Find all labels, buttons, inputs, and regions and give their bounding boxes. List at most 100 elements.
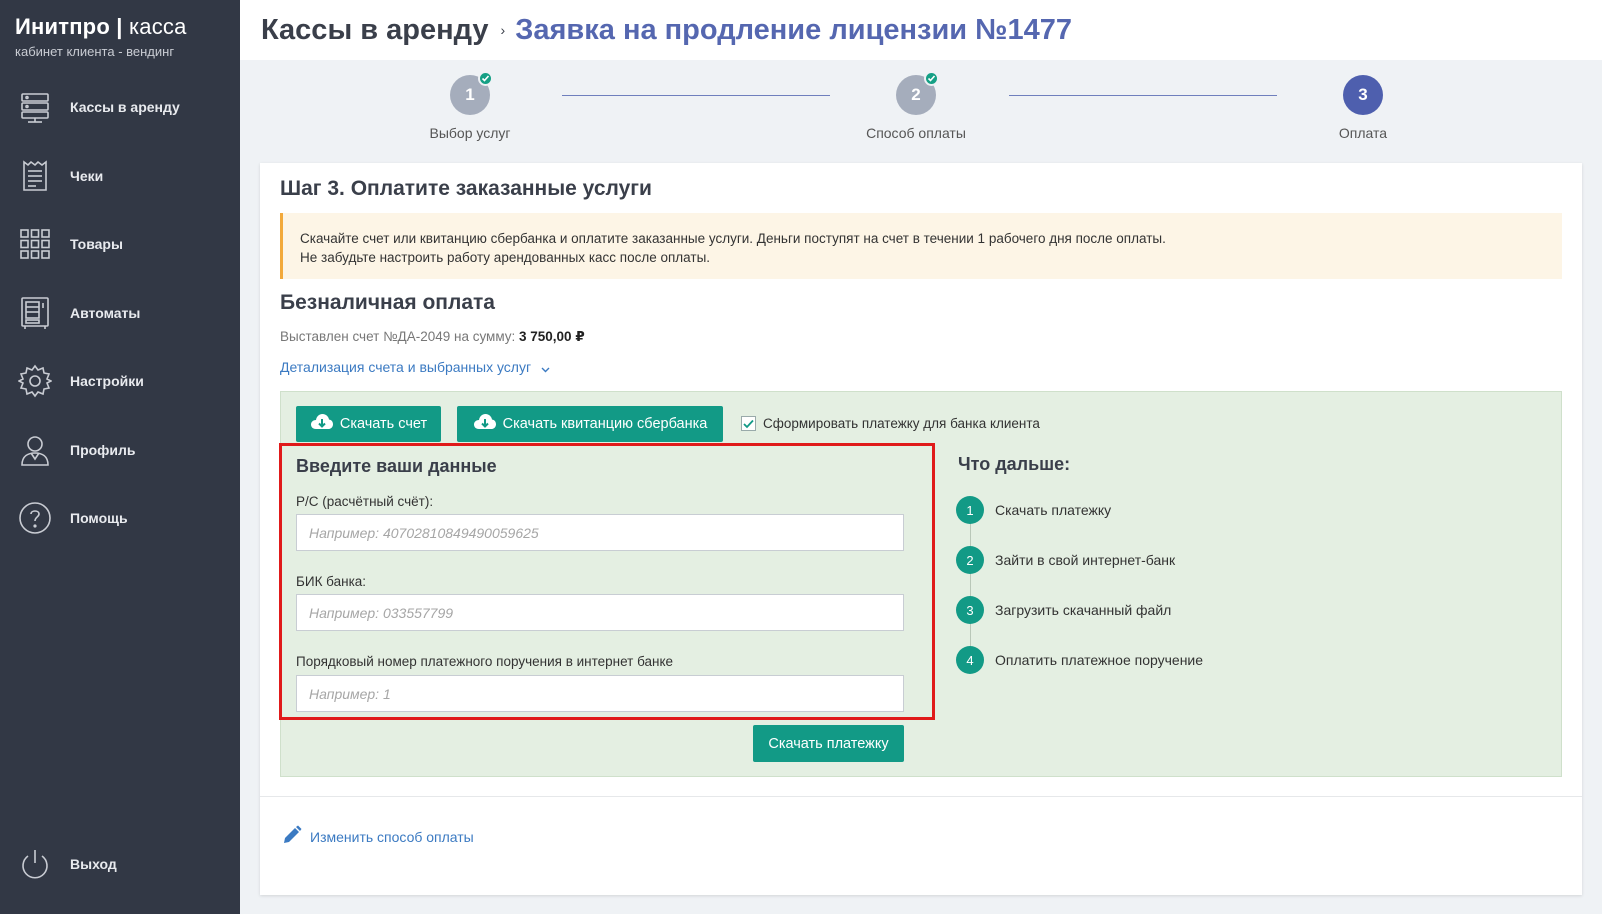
receipt-icon (16, 157, 54, 195)
brand-title: Инитпро | касса (15, 14, 187, 40)
notice-box: Скачайте счет или квитанцию сбербанка и … (280, 213, 1562, 279)
notice-line: Не забудьте настроить работу арендованны… (300, 250, 711, 265)
timeline-line (970, 510, 971, 660)
step-circle: 1 (450, 71, 493, 115)
brand-subtitle: кабинет клиента - вендинг (15, 44, 175, 59)
brand-logo[interactable]: Инитпро | касса кабинет клиента - вендин… (15, 14, 187, 59)
gear-icon (16, 362, 54, 400)
step-circle: 3 (1343, 75, 1383, 115)
sidebar-item-label: Кассы в аренду (70, 99, 180, 115)
checkbox[interactable] (741, 416, 756, 431)
server-icon (16, 88, 54, 126)
bik-input[interactable] (296, 594, 904, 631)
change-payment-label: Изменить способ оплаты (310, 828, 474, 845)
invoice-details-link[interactable]: Детализация счета и выбранных услуг (280, 359, 550, 376)
notice-line: Скачайте счет или квитанцию сбербанка и … (300, 231, 1166, 246)
breadcrumb-separator: › (500, 22, 506, 38)
payment-card: Шаг 3. Оплатите заказанные услуги Скачай… (260, 163, 1582, 895)
sidebar-item-label: Помощь (70, 510, 128, 526)
brand-title-thin: касса (122, 14, 187, 39)
sidebar-item-machines[interactable]: Автоматы (0, 287, 240, 339)
step-1[interactable]: 1 Выбор услуг (400, 71, 540, 141)
sidebar-item-rent[interactable]: Кассы в аренду (0, 81, 240, 133)
sidebar-item-label: Настройки (70, 373, 144, 389)
card-title: Шаг 3. Оплатите заказанные услуги (280, 177, 652, 200)
invoice-amount: 3 750,00 ₽ (519, 329, 585, 344)
check-icon (478, 71, 493, 86)
step-number: 4 (956, 646, 984, 674)
invoice-text: Выставлен счет №ДА-2049 на сумму: (280, 329, 520, 344)
sidebar-item-label: Товары (70, 236, 123, 252)
next-step: 2 Зайти в свой интернет-банк (956, 546, 1175, 574)
order-number-label: Порядковый номер платежного поручения в … (296, 654, 674, 669)
vending-machine-icon (16, 294, 54, 332)
step-number: 2 (956, 546, 984, 574)
chevron-down-icon (541, 360, 550, 376)
step-text: Загрузить скачанный файл (995, 602, 1172, 618)
power-icon (16, 845, 54, 883)
bik-label: БИК банка: (296, 574, 367, 589)
download-invoice-button[interactable]: Скачать счет (296, 406, 441, 442)
step-number: 1 (465, 85, 475, 104)
step-number: 1 (956, 496, 984, 524)
step-number: 2 (911, 85, 921, 104)
divider (260, 796, 1582, 797)
step-number: 3 (1358, 85, 1368, 104)
section-title: Безналичная оплата (280, 291, 495, 314)
step-label: Оплата (1338, 125, 1388, 141)
next-steps-title: Что дальше: (958, 454, 1071, 474)
user-icon (16, 431, 54, 469)
account-label: Р/С (расчётный счёт): (296, 494, 434, 509)
pencil-icon (282, 825, 310, 848)
next-step: 1 Скачать платежку (956, 496, 1111, 524)
stepper: 1 Выбор услуг 2 Способ оплаты 3 Оплата (240, 60, 1602, 160)
generate-payment-checkbox[interactable]: Сформировать платежку для банка клиента (741, 416, 1040, 431)
client-data-form: Введите ваши данные Р/С (расчётный счёт)… (279, 443, 935, 720)
step-text: Зайти в свой интернет-банк (995, 552, 1176, 568)
check-icon (924, 71, 939, 86)
sidebar-item-label: Выход (70, 856, 117, 872)
brand-title-bold: Инитпро | (15, 14, 123, 39)
step-3: 3 Оплата (1293, 75, 1433, 141)
grid-icon (16, 225, 54, 263)
download-payment-button[interactable]: Скачать платежку (753, 725, 904, 762)
payment-panel: Скачать счет Скачать квитанцию сбербанка… (279, 391, 1562, 777)
sidebar: Инитпро | касса кабинет клиента - вендин… (0, 0, 240, 914)
step-connector (1009, 95, 1277, 96)
breadcrumb-root[interactable]: Кассы в аренду (261, 14, 489, 47)
button-label: Скачать квитанцию сбербанка (502, 416, 708, 432)
button-label: Скачать счет (339, 416, 428, 432)
step-number: 3 (956, 596, 984, 624)
next-step: 4 Оплатить платежное поручение (956, 646, 1203, 674)
step-2[interactable]: 2 Способ оплаты (846, 71, 986, 141)
help-icon (16, 499, 54, 537)
cloud-download-icon (310, 413, 340, 435)
next-step: 3 Загрузить скачанный файл (956, 596, 1171, 624)
details-link-label: Детализация счета и выбранных услуг (280, 359, 532, 375)
step-circle: 2 (896, 71, 939, 115)
sidebar-item-help[interactable]: Помощь (0, 492, 240, 544)
checkbox-label: Сформировать платежку для банка клиента (763, 416, 1040, 431)
order-number-input[interactable] (296, 675, 904, 712)
step-text: Скачать платежку (995, 502, 1112, 518)
sidebar-item-label: Автоматы (70, 305, 141, 321)
page-header: Кассы в аренду › Заявка на продление лиц… (240, 0, 1602, 60)
sidebar-item-profile[interactable]: Профиль (0, 424, 240, 476)
step-connector (562, 95, 830, 96)
form-title: Введите ваши данные (296, 456, 497, 476)
cloud-download-icon (473, 413, 503, 435)
sidebar-item-label: Чеки (70, 168, 104, 184)
step-text: Оплатить платежное поручение (995, 652, 1204, 668)
sidebar-item-logout[interactable]: Выход (0, 838, 240, 890)
page-title: Заявка на продление лицензии №1477 (515, 13, 1073, 46)
step-label: Способ оплаты (866, 125, 966, 141)
sidebar-item-label: Профиль (70, 442, 136, 458)
change-payment-method-link[interactable]: Изменить способ оплаты (282, 825, 474, 848)
sidebar-item-receipts[interactable]: Чеки (0, 150, 240, 202)
download-receipt-button[interactable]: Скачать квитанцию сбербанка (457, 406, 723, 442)
account-input[interactable] (296, 514, 904, 551)
sidebar-item-products[interactable]: Товары (0, 218, 240, 270)
step-label: Выбор услуг (429, 125, 511, 141)
invoice-info: Выставлен счет №ДА-2049 на сумму: 3 750,… (280, 329, 585, 345)
sidebar-item-settings[interactable]: Настройки (0, 355, 240, 407)
